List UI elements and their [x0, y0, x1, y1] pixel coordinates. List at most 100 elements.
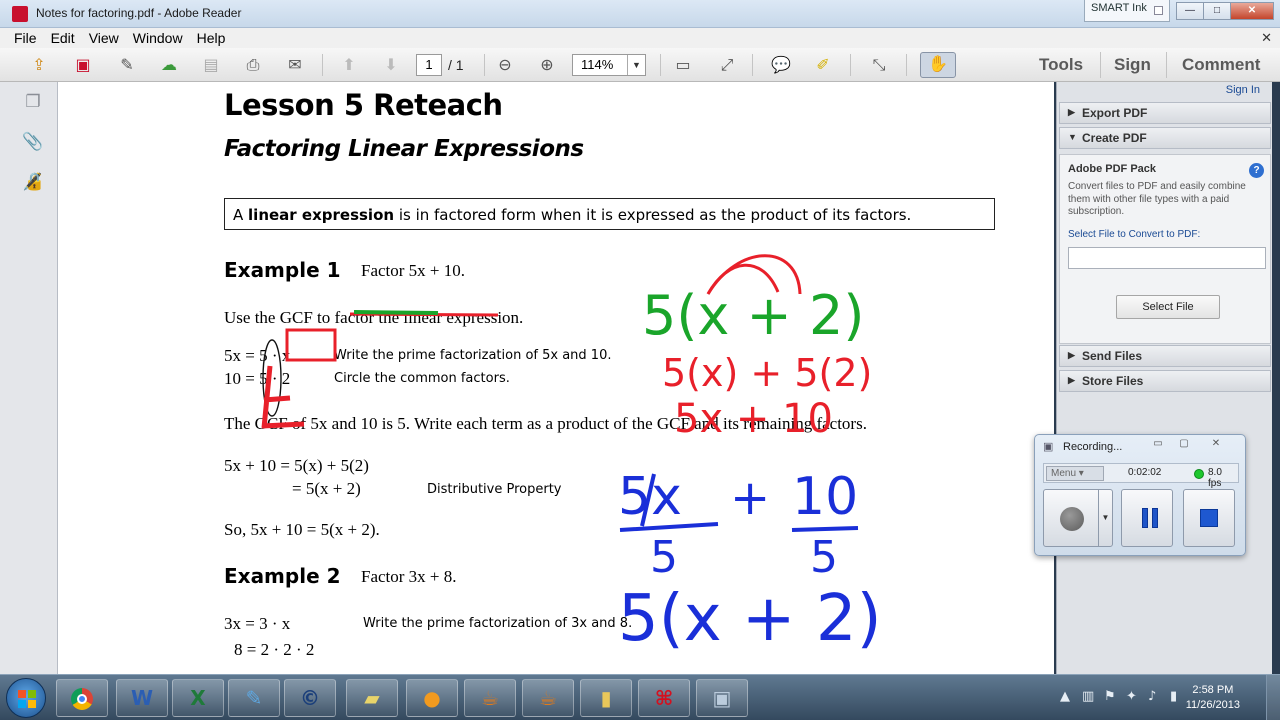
- show-desktop-button[interactable]: [1266, 675, 1280, 720]
- rec-close-button[interactable]: ✕: [1205, 438, 1227, 453]
- volume-icon[interactable]: ♪: [1148, 689, 1156, 704]
- comment-button[interactable]: Comment: [1182, 55, 1260, 75]
- taskbar: W X ✎ © ▰ ● ☕ ☕ ▮ ⌘ ▣ ▲ ▥ ⚑ ✦ ♪ ▮ 2:58 P…: [0, 674, 1280, 720]
- create-pdf-label: Create PDF: [1082, 131, 1147, 145]
- prev-page-icon[interactable]: ⬆: [338, 54, 360, 76]
- chevron-right-icon: ▶: [1068, 375, 1075, 385]
- fit-page-icon[interactable]: ▭: [672, 54, 694, 76]
- ink-blue-plus: +: [730, 470, 770, 526]
- email-icon[interactable]: ✉: [284, 54, 306, 76]
- send-files-label: Send Files: [1082, 349, 1143, 363]
- toolbar-separator: [484, 54, 485, 76]
- upload-icon[interactable]: ☁: [158, 54, 180, 76]
- chrome-icon[interactable]: [56, 679, 108, 717]
- pdf-pack-title: Adobe PDF Pack: [1068, 163, 1157, 175]
- status-indicator-icon: [1194, 469, 1204, 479]
- open-icon[interactable]: ⇪: [28, 54, 50, 76]
- zoom-in-icon[interactable]: ⊕: [536, 54, 558, 76]
- navigation-pane: ❐ 📎 🔏: [0, 82, 58, 674]
- toolbar-separator: [660, 54, 661, 76]
- record-icon: [1060, 507, 1084, 531]
- minimize-button[interactable]: —: [1176, 2, 1204, 20]
- pause-button[interactable]: [1121, 489, 1173, 547]
- java-icon[interactable]: ☕: [464, 679, 516, 717]
- toolbar-separator: [850, 54, 851, 76]
- network-icon[interactable]: ▥: [1082, 689, 1094, 704]
- signatures-icon[interactable]: 🔏: [22, 172, 44, 194]
- close-document-icon[interactable]: ✕: [1261, 30, 1272, 46]
- rec-restore-button[interactable]: ▢: [1173, 438, 1195, 453]
- chevron-right-icon: ▶: [1068, 107, 1075, 117]
- recording-time: 0:02:02: [1128, 467, 1162, 478]
- hand-tool-icon[interactable]: ✋: [920, 52, 956, 78]
- zoom-select[interactable]: 114% ▼: [572, 54, 646, 76]
- close-button[interactable]: ✕: [1230, 2, 1274, 20]
- stop-icon: [1200, 509, 1218, 527]
- chevron-down-icon[interactable]: ▼: [627, 55, 645, 75]
- windows-logo-icon: [18, 690, 36, 708]
- highlight-icon[interactable]: ✐: [812, 54, 834, 76]
- ink-layer: 5(x + 2) 5(x) + 5(2) 5x + 10 5x + 10 5 5…: [261, 254, 882, 656]
- full-screen-icon[interactable]: ⤡: [868, 54, 890, 76]
- record-button[interactable]: ▼: [1043, 489, 1113, 547]
- ink-red-line1: 5(x) + 5(2): [662, 351, 872, 395]
- menu-file[interactable]: File: [14, 30, 37, 46]
- menu-window[interactable]: Window: [133, 30, 183, 46]
- ink-blue-numerator-right: 10: [792, 467, 858, 527]
- smart-notebook-icon[interactable]: ●: [406, 679, 458, 717]
- fit-width-icon[interactable]: ⤢: [716, 54, 738, 76]
- export-pdf-label: Export PDF: [1082, 106, 1148, 120]
- edit-icon[interactable]: ✎: [116, 54, 138, 76]
- create-pdf-header[interactable]: ▼ Create PDF: [1059, 127, 1271, 149]
- folder-notebook-icon[interactable]: ▰: [346, 679, 398, 717]
- menu-bar: File Edit View Window Help ✕: [0, 28, 1280, 48]
- recording-menu-dropdown[interactable]: Menu ▾: [1046, 466, 1104, 481]
- sign-in-link[interactable]: Sign In: [1226, 84, 1260, 96]
- excel-icon[interactable]: X: [172, 679, 224, 717]
- sign-button[interactable]: Sign: [1114, 55, 1151, 75]
- next-page-icon[interactable]: ⬇: [380, 54, 402, 76]
- recorder-taskbar-icon[interactable]: ▣: [696, 679, 748, 717]
- save-icon[interactable]: ▤: [200, 54, 222, 76]
- flag-icon[interactable]: ⚑: [1104, 689, 1116, 704]
- select-file-label: Select File to Convert to PDF:: [1068, 229, 1201, 240]
- clock[interactable]: 2:58 PM 11/26/2013: [1186, 683, 1240, 713]
- smart-ink-checkbox[interactable]: [1154, 6, 1163, 15]
- notes-icon[interactable]: ✎: [228, 679, 280, 717]
- app-icon[interactable]: ©: [284, 679, 336, 717]
- adobe-reader-icon: [12, 6, 28, 22]
- page-number-input[interactable]: 1: [416, 54, 442, 76]
- start-button[interactable]: [6, 678, 46, 718]
- document-viewport[interactable]: Lesson 5 Reteach Factoring Linear Expres…: [58, 82, 1054, 674]
- print-icon[interactable]: ⎙: [242, 54, 264, 76]
- java-icon-2[interactable]: ☕: [522, 679, 574, 717]
- smart-ink-tab[interactable]: SMART Ink: [1084, 0, 1170, 22]
- select-file-button[interactable]: Select File: [1116, 295, 1220, 319]
- maximize-button[interactable]: □: [1203, 2, 1231, 20]
- send-files-header[interactable]: ▶ Send Files: [1059, 345, 1271, 367]
- word-icon[interactable]: W: [116, 679, 168, 717]
- power-icon[interactable]: ▮: [1170, 689, 1177, 704]
- zoom-out-icon[interactable]: ⊖: [494, 54, 516, 76]
- stop-button[interactable]: [1183, 489, 1235, 547]
- show-hidden-icons-icon[interactable]: ▲: [1060, 689, 1070, 704]
- rec-minimize-button[interactable]: ▭: [1147, 438, 1169, 453]
- folder-icon[interactable]: ▮: [580, 679, 632, 717]
- select-file-field[interactable]: [1068, 247, 1266, 269]
- record-options-chevron-icon[interactable]: ▼: [1098, 490, 1112, 546]
- tools-button[interactable]: Tools: [1039, 55, 1083, 75]
- menu-help[interactable]: Help: [197, 30, 226, 46]
- adobe-reader-taskbar-icon[interactable]: ⌘: [638, 679, 690, 717]
- ink-red-line2: 5x + 10: [674, 396, 833, 442]
- bluetooth-icon[interactable]: ✦: [1126, 689, 1137, 704]
- export-pdf-header[interactable]: ▶ Export PDF: [1059, 102, 1271, 124]
- help-icon[interactable]: ?: [1249, 163, 1264, 178]
- attachments-icon[interactable]: 📎: [22, 132, 44, 154]
- store-files-header[interactable]: ▶ Store Files: [1059, 370, 1271, 392]
- pdf-page: Lesson 5 Reteach Factoring Linear Expres…: [58, 82, 1054, 674]
- menu-edit[interactable]: Edit: [51, 30, 75, 46]
- create-pdf-icon[interactable]: ▣: [72, 54, 94, 76]
- menu-view[interactable]: View: [89, 30, 119, 46]
- comment-note-icon[interactable]: 💬: [770, 54, 792, 76]
- page-thumbnails-icon[interactable]: ❐: [22, 92, 44, 114]
